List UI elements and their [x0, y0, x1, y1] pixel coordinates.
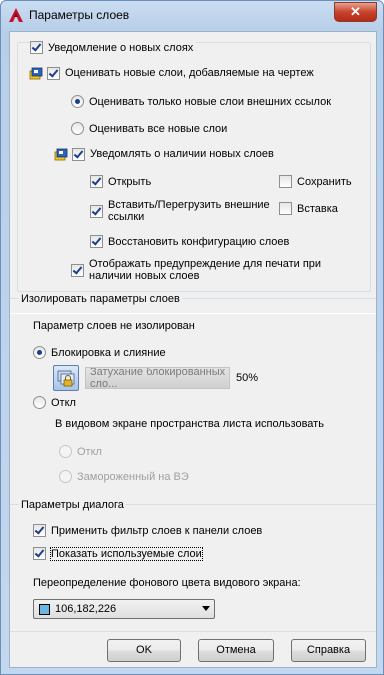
restore-option[interactable]: Восстановить конфигурацию слоев — [90, 235, 289, 248]
fade-value: 50% — [235, 372, 258, 384]
show-used-label: Показать используемые слои — [50, 546, 203, 561]
fade-label: Затухание блокированных сло... — [90, 367, 226, 389]
lock-fade-radio[interactable] — [33, 346, 46, 359]
open-checkbox[interactable] — [90, 175, 103, 188]
help-button[interactable]: Справка — [291, 639, 366, 662]
apply-filter-checkbox[interactable] — [33, 524, 46, 537]
open-option[interactable]: Открыть — [90, 175, 151, 188]
viewport-usage-label: В видовом экране пространства листа испо… — [55, 418, 324, 430]
title-bar[interactable]: Параметры слоев ✕ — [1, 1, 383, 29]
lock-fade-label: Блокировка и слияние — [51, 346, 166, 359]
evaluate-all-new-option[interactable]: Оценивать все новые слои — [71, 122, 227, 135]
viewport-frozen-option[interactable]: Замороженный на ВЭ — [59, 470, 189, 483]
window-title: Параметры слоев — [29, 8, 130, 22]
notify-new-layers-checkbox[interactable] — [30, 41, 43, 54]
attach-reload-label: Вставить/Перегрузить внешние ссылки — [108, 199, 270, 223]
fade-control[interactable]: Затухание блокированных сло... 50% — [53, 365, 258, 391]
evaluate-all-new-radio[interactable] — [71, 122, 84, 135]
bg-color-dropdown[interactable]: 106,182,226 — [33, 599, 215, 619]
dialog-settings-legend: Параметры диалога — [19, 499, 126, 511]
notify-new-layers-label: Уведомление о новых слоях — [48, 41, 194, 54]
notify-present-option[interactable]: Уведомлять о наличии новых слоев — [54, 147, 274, 161]
evaluate-xref-only-label: Оценивать только новые слои внешних ссыл… — [89, 95, 332, 108]
close-button[interactable]: ✕ — [334, 2, 377, 22]
layer-settings-window: Параметры слоев ✕ Уведомление о новых сл… — [0, 0, 384, 675]
separator — [10, 313, 376, 314]
apply-filter-label: Применить фильтр слоев к панели слоев — [51, 524, 263, 537]
layer-notify-icon — [54, 148, 68, 161]
viewport-off-radio[interactable] — [59, 445, 72, 458]
chevron-down-icon — [202, 606, 210, 611]
plot-warning-option[interactable]: Отображать предупреждение для печати при… — [71, 258, 339, 282]
notify-new-layers-option[interactable]: Уведомление о новых слоях — [30, 41, 197, 54]
plot-warning-label: Отображать предупреждение для печати при… — [89, 258, 322, 282]
evaluate-new-layers-label: Оценивать новые слои, добавляемые на чер… — [65, 67, 314, 79]
evaluate-new-layers-option[interactable]: Оценивать новые слои, добавляемые на чер… — [29, 66, 314, 80]
lock-fade-icon[interactable] — [53, 365, 79, 391]
viewport-off-option[interactable]: Откл — [59, 445, 102, 458]
isolate-off-option[interactable]: Откл — [33, 396, 76, 409]
insert-checkbox[interactable] — [279, 202, 292, 215]
restore-label: Восстановить конфигурацию слоев — [108, 235, 290, 248]
cancel-button[interactable]: Отмена — [198, 639, 274, 662]
isolate-off-label: Откл — [51, 396, 76, 409]
apply-filter-option[interactable]: Применить фильтр слоев к панели слоев — [33, 524, 262, 537]
save-option[interactable]: Сохранить — [279, 175, 352, 188]
save-label: Сохранить — [297, 175, 352, 188]
notify-present-label: Уведомлять о наличии новых слоев — [90, 148, 274, 160]
evaluate-xref-only-radio[interactable] — [71, 95, 84, 108]
insert-option[interactable]: Вставка — [279, 202, 338, 215]
evaluate-new-layers-checkbox[interactable] — [47, 66, 60, 80]
insert-label: Вставка — [297, 202, 338, 215]
isolate-off-radio[interactable] — [33, 396, 46, 409]
restore-checkbox[interactable] — [90, 235, 103, 248]
isolate-settings-legend: Изолировать параметры слоев — [19, 293, 182, 305]
bg-color-value: 106,182,226 — [55, 603, 117, 615]
evaluate-xref-only-option[interactable]: Оценивать только новые слои внешних ссыл… — [71, 95, 331, 108]
viewport-off-label: Откл — [77, 445, 102, 458]
notify-present-checkbox[interactable] — [72, 147, 85, 161]
attach-reload-checkbox[interactable] — [90, 205, 103, 218]
viewport-frozen-label: Замороженный на ВЭ — [77, 470, 189, 483]
show-used-checkbox[interactable] — [33, 547, 46, 560]
attach-reload-option[interactable]: Вставить/Перегрузить внешние ссылки — [90, 199, 286, 223]
color-swatch-icon — [39, 603, 50, 615]
lock-fade-option[interactable]: Блокировка и слияние — [33, 346, 166, 359]
autocad-a-icon — [9, 8, 23, 22]
open-label: Открыть — [108, 175, 152, 188]
viewport-usage-text: В видовом экране пространства листа испо… — [55, 418, 324, 430]
plot-warning-checkbox[interactable] — [71, 264, 84, 277]
isolate-status-text: Параметр слоев не изолирован — [33, 320, 195, 332]
dialog-body: Уведомление о новых слоях Оценивать новы… — [9, 31, 377, 668]
bg-override-text: Переопределение фонового цвета видового … — [33, 577, 301, 589]
show-used-option[interactable]: Показать используемые слои — [33, 546, 203, 561]
save-checkbox[interactable] — [279, 175, 292, 188]
layer-notify-icon — [29, 67, 43, 80]
isolate-status-label: Параметр слоев не изолирован — [33, 320, 195, 332]
bg-override-label: Переопределение фонового цвета видового … — [33, 577, 301, 589]
separator — [10, 631, 376, 632]
viewport-frozen-radio[interactable] — [59, 470, 72, 483]
ok-button[interactable]: OK — [107, 639, 181, 662]
evaluate-all-new-label: Оценивать все новые слои — [89, 122, 228, 135]
fade-slider[interactable]: Затухание блокированных сло... — [85, 367, 230, 389]
